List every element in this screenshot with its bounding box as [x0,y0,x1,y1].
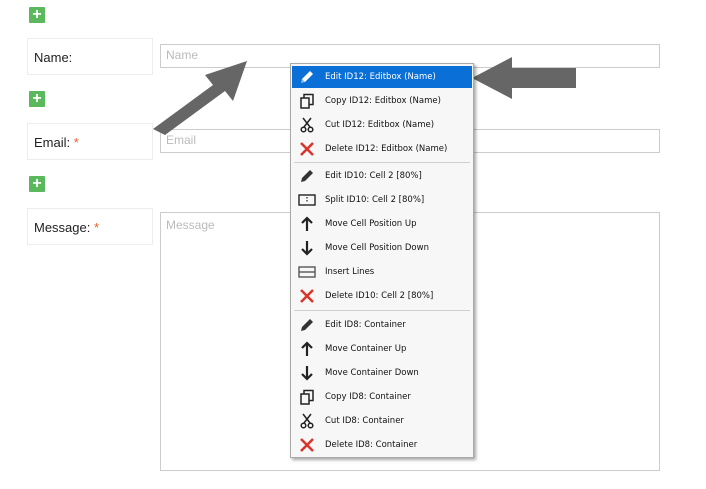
menu-item-move-cell-down[interactable]: Move Cell Position Down [292,237,472,259]
arrow-down-icon [292,237,322,259]
menu-item-copy-editbox[interactable]: Copy ID12: Editbox (Name) [292,90,472,112]
menu-item-edit-container[interactable]: Edit ID8: Container [292,314,472,336]
split-icon [292,189,322,211]
arrow-up-icon [292,338,322,360]
delete-x-icon [292,138,322,160]
menu-item-copy-container[interactable]: Copy ID8: Container [292,386,472,408]
name-label: Name: [27,38,153,75]
message-label: Message: * [27,208,153,245]
menu-item-edit-cell[interactable]: Edit ID10: Cell 2 [80%] [292,165,472,187]
pencil-icon [292,165,322,187]
scissors-icon [292,410,322,432]
add-row-button[interactable]: + [29,7,45,23]
required-asterisk: * [73,135,79,150]
menu-item-delete-container[interactable]: Delete ID8: Container [292,434,472,456]
pencil-icon [292,66,322,88]
annotation-arrow-icon [153,61,247,135]
menu-item-delete-cell[interactable]: Delete ID10: Cell 2 [80%] [292,285,472,307]
required-asterisk: * [94,220,100,235]
delete-x-icon [292,285,322,307]
annotation-arrow-icon [472,57,576,99]
menu-item-cut-editbox[interactable]: Cut ID12: Editbox (Name) [292,114,472,136]
add-row-button[interactable]: + [29,176,45,192]
arrow-down-icon [292,362,322,384]
menu-item-move-container-down[interactable]: Move Container Down [292,362,472,384]
menu-item-edit-editbox[interactable]: Edit ID12: Editbox (Name) [292,66,472,88]
menu-item-split-cell[interactable]: Split ID10: Cell 2 [80%] [292,189,472,211]
menu-item-move-container-up[interactable]: Move Container Up [292,338,472,360]
pencil-icon [292,314,322,336]
menu-separator [294,310,470,311]
context-menu: Edit ID12: Editbox (Name) Copy ID12: Edi… [290,63,474,458]
arrow-up-icon [292,213,322,235]
insert-lines-icon [292,261,322,283]
menu-item-insert-lines[interactable]: Insert Lines [292,261,472,283]
email-label: Email: * [27,123,153,160]
add-row-button[interactable]: + [29,91,45,107]
menu-item-cut-container[interactable]: Cut ID8: Container [292,410,472,432]
menu-separator [294,162,470,163]
copy-icon [292,386,322,408]
copy-icon [292,90,322,112]
scissors-icon [292,114,322,136]
menu-item-move-cell-up[interactable]: Move Cell Position Up [292,213,472,235]
menu-item-delete-editbox[interactable]: Delete ID12: Editbox (Name) [292,138,472,160]
delete-x-icon [292,434,322,456]
